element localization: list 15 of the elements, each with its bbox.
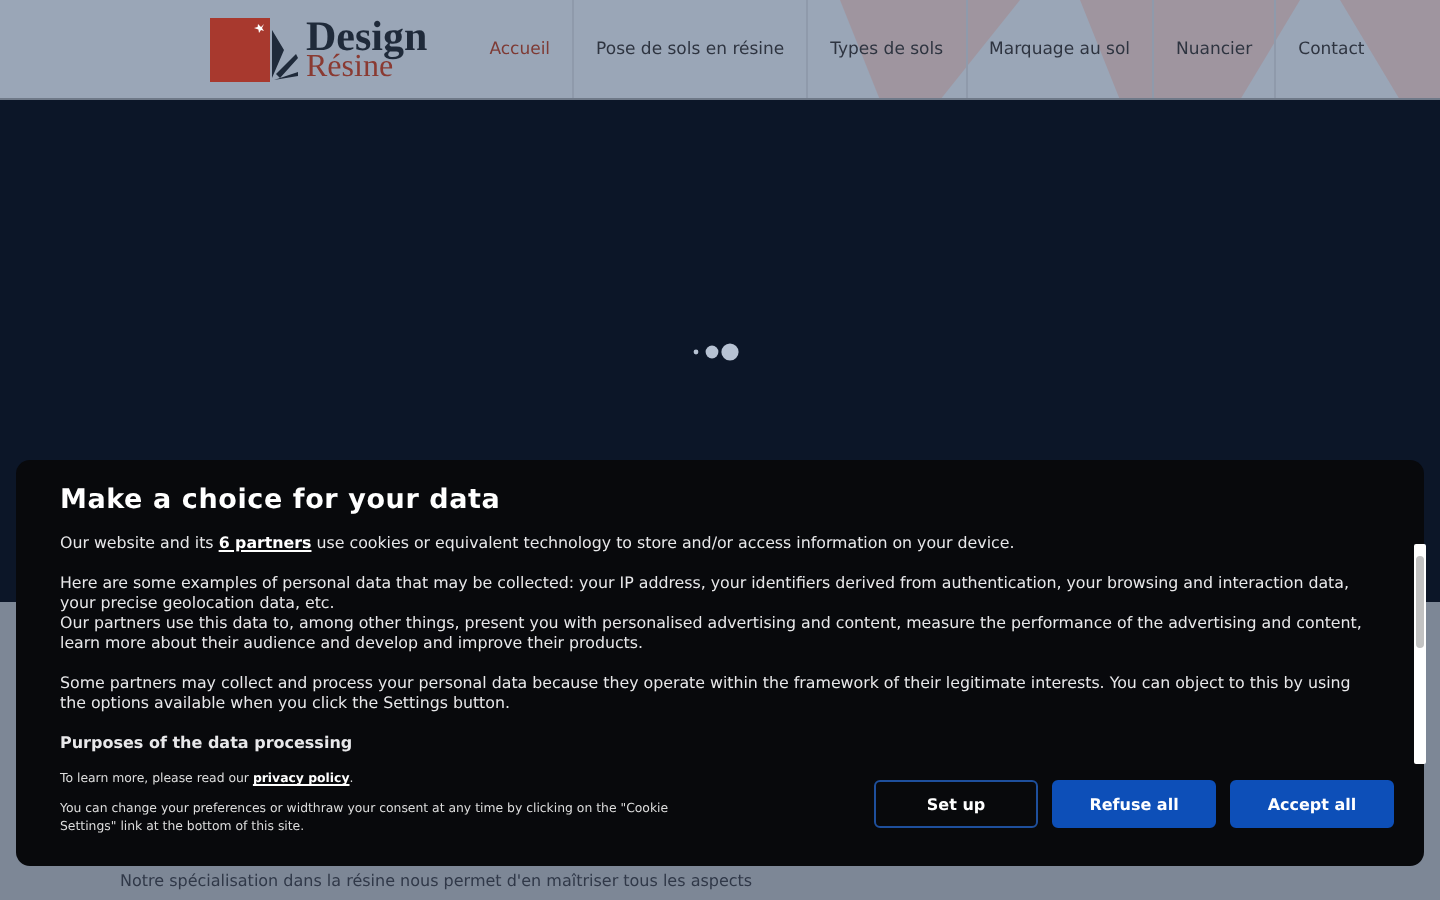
nav-link[interactable]: Pose de sols en résine <box>572 0 807 98</box>
logo-icon <box>210 17 302 81</box>
consent-button[interactable]: Accept all <box>1230 780 1394 828</box>
consent-button[interactable]: Refuse all <box>1052 780 1216 828</box>
nav-link[interactable]: Accueil <box>467 0 573 98</box>
scrollbar[interactable] <box>1414 544 1426 764</box>
section-heading: Purposes of the data processing <box>60 734 355 754</box>
nav-link[interactable]: Nuancier <box>1152 0 1275 98</box>
page-text: Notre spécialisation dans la résine nous permet d'en maîtriser tous les aspects <box>120 872 753 890</box>
consent-button[interactable]: Set up <box>874 780 1038 828</box>
dialog-title: Make a choice for your data <box>60 484 503 516</box>
nav-link[interactable]: Marquage au sol <box>965 0 1153 98</box>
nav-link[interactable]: Contact <box>1274 0 1387 98</box>
nav-link[interactable]: Types de sols <box>806 0 966 98</box>
logo-text: Design <box>306 15 428 57</box>
